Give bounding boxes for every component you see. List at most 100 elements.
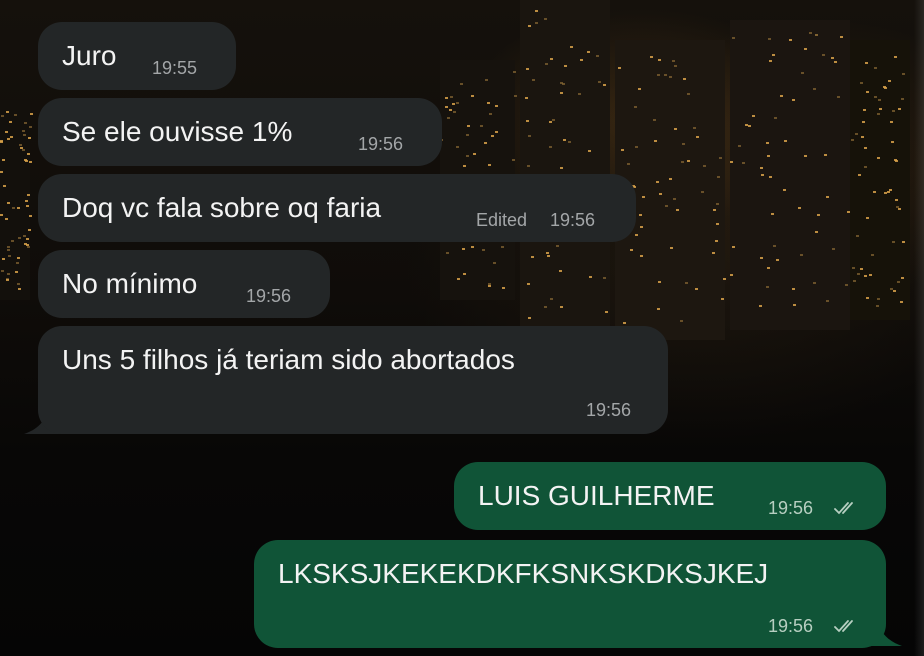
building-window-light [550, 58, 553, 60]
building-window-light [860, 82, 863, 84]
building-window-light [27, 153, 30, 155]
building-window-light [658, 59, 661, 61]
building-window-light [834, 61, 837, 63]
building-window-light [864, 166, 867, 168]
building-window-light [11, 240, 14, 242]
building-window-light [895, 199, 898, 201]
incoming-message-bubble[interactable]: Uns 5 filhos já teriam sido abortados 19… [38, 326, 668, 434]
building-window-light [488, 283, 491, 285]
building-window-light [776, 259, 779, 261]
building-window-light [24, 243, 27, 245]
building-window-light [447, 117, 450, 119]
building-window-light [847, 211, 850, 213]
building-window-light [860, 268, 863, 270]
building-window-light [527, 283, 530, 285]
building-window-light [473, 153, 476, 155]
building-window-light [545, 63, 548, 65]
building-window-light [467, 125, 470, 127]
building-window-light [2, 258, 5, 260]
incoming-message-bubble[interactable]: No mínimo 19:56 [38, 250, 330, 318]
building-window-light [587, 51, 590, 53]
building-window-light [502, 287, 505, 289]
building-window-light [560, 167, 563, 169]
building-window-light [489, 113, 492, 115]
building-window-light [792, 99, 795, 101]
building-window-light [482, 249, 485, 251]
building-window-light [7, 273, 10, 275]
building-window-light [853, 280, 856, 282]
incoming-message-bubble[interactable]: Se ele ouvisse 1% 19:56 [38, 98, 442, 166]
building-window-light [871, 254, 874, 256]
building-window-light [832, 248, 835, 250]
building-window-light [769, 60, 772, 62]
building-window-light [769, 176, 772, 178]
building-window-light [773, 245, 776, 247]
building-window-light [864, 147, 867, 149]
building-window-light [560, 306, 563, 308]
building-window-light [713, 209, 716, 211]
outgoing-message-bubble[interactable]: LUIS GUILHERME 19:56 [454, 462, 886, 530]
outgoing-message-bubble[interactable]: LKSKSJKEKEKDKFKSNKSKDKSJKEJ 19:56 [254, 540, 886, 648]
building-window-light [878, 99, 881, 101]
building-window-light [528, 25, 531, 27]
double-check-icon [834, 620, 853, 633]
building-window-light [876, 305, 879, 307]
building-window-light [703, 165, 706, 167]
building-window-light [680, 320, 683, 322]
message-timestamp: 19:56 [358, 134, 404, 154]
building-window-light [488, 285, 491, 287]
message-text: LKSKSJKEKEKDKFKSNKSKDKSJKEJ [278, 558, 769, 589]
building-window-light [738, 145, 741, 147]
building-window-light [783, 189, 786, 191]
building-window-light [897, 281, 900, 283]
building-window-light [531, 256, 534, 258]
building-window-light [864, 275, 867, 277]
building-window-light [674, 65, 677, 67]
building-window-light [800, 254, 803, 256]
building-window-light [546, 252, 549, 254]
building-window-light [809, 32, 812, 34]
building-window-light [493, 262, 496, 264]
building-window-light [767, 267, 770, 269]
building-window-light [526, 68, 529, 70]
building-window-light [837, 96, 840, 98]
building-window-light [855, 133, 858, 135]
message-timestamp: 19:56 [246, 286, 292, 306]
building-window-light [445, 106, 448, 108]
building-window-light [822, 54, 825, 56]
building-window-light [801, 72, 804, 74]
message-text: No mínimo [62, 268, 198, 299]
building-window-light [598, 81, 601, 83]
building-window-light [892, 110, 895, 112]
message-timestamp: 19:55 [152, 58, 198, 78]
building-window-light [449, 109, 452, 111]
building-window-light [559, 270, 562, 272]
building-window-light [22, 149, 25, 151]
building-window-light [892, 241, 895, 243]
building-window-light [681, 161, 684, 163]
building-window-light [768, 38, 771, 40]
message-text: Juro [62, 40, 117, 71]
building-window-light [544, 18, 547, 20]
building-window-light [712, 252, 715, 254]
incoming-message-bubble[interactable]: Juro 19:55 [38, 22, 236, 90]
building-window-light [858, 174, 861, 176]
building-window-light [485, 79, 488, 81]
building-window-light [865, 62, 868, 64]
building-window-light [488, 164, 491, 166]
building-window-light [635, 234, 638, 236]
building-window-light [893, 290, 896, 292]
building-window-light [463, 273, 466, 275]
building-window-light [877, 113, 880, 115]
building-window-light [639, 214, 642, 216]
building-window-light [562, 83, 565, 85]
incoming-message-bubble[interactable]: Doq vc fala sobre oq faria Edited 19:56 [38, 174, 636, 242]
building-window-light [894, 56, 897, 58]
building-window-light [8, 255, 11, 257]
building-window-light [547, 255, 550, 257]
building-window-light [0, 140, 3, 142]
building-window-light [877, 298, 880, 300]
building-window-light [866, 297, 869, 299]
building-window-light [676, 209, 679, 211]
building-window-light [570, 46, 573, 48]
